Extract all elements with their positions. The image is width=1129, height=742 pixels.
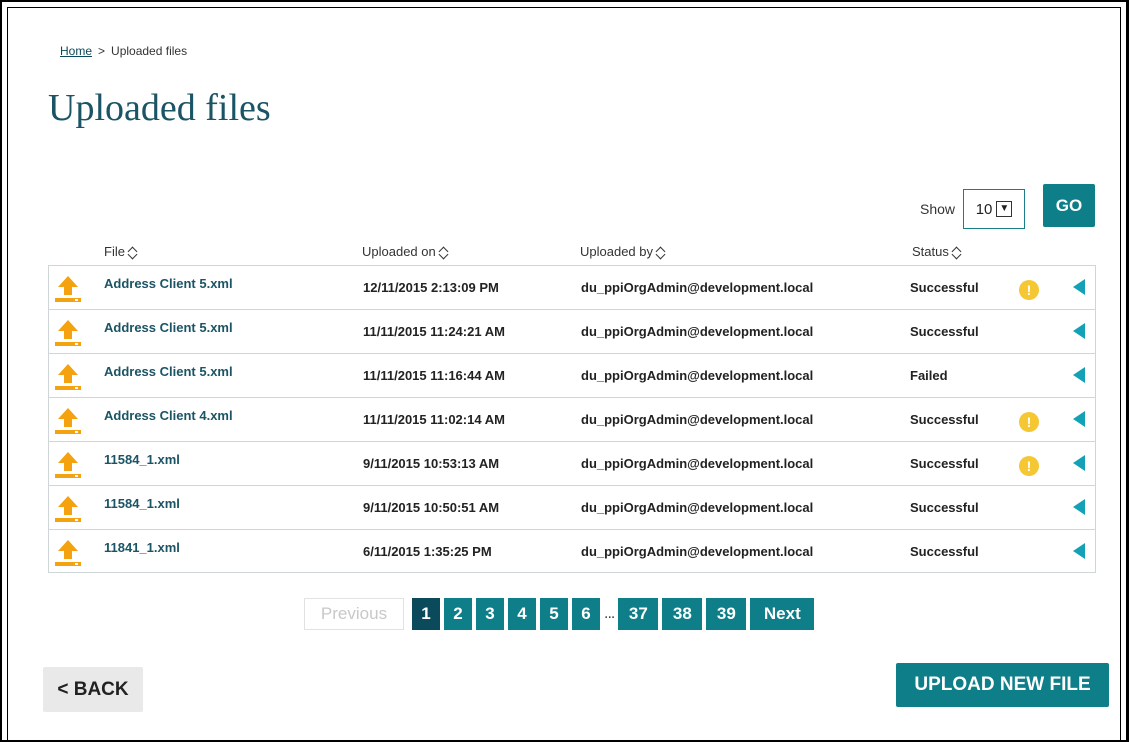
uploaded-on-cell: 11/11/2015 11:16:44 AM (363, 368, 505, 383)
expand-left-icon[interactable] (1073, 499, 1085, 515)
expand-left-icon[interactable] (1073, 543, 1085, 559)
uploaded-on-cell: 6/11/2015 1:35:25 PM (363, 544, 492, 559)
table-row: Address Client 5.xml 12/11/2015 2:13:09 P… (49, 266, 1095, 310)
page-button-6[interactable]: 6 (572, 598, 600, 630)
table-row: Address Client 4.xml 11/11/2015 11:02:14 … (49, 398, 1095, 442)
column-header-uploaded-on-label: Uploaded on (362, 244, 436, 259)
breadcrumb: Home > Uploaded files (60, 44, 187, 58)
file-name-link[interactable]: 11841_1.xml (104, 540, 180, 555)
warning-icon: ! (1019, 456, 1039, 476)
column-header-file-label: File (104, 244, 125, 259)
file-name-link[interactable]: 11584_1.xml (104, 496, 180, 511)
file-name-link[interactable]: Address Client 5.xml (104, 364, 233, 379)
uploaded-by-cell: du_ppiOrgAdmin@development.local (581, 412, 814, 427)
uploaded-on-cell: 12/11/2015 2:13:09 PM (363, 280, 499, 295)
column-header-status[interactable]: Status (912, 244, 962, 259)
upload-arrow-icon (53, 494, 83, 524)
status-cell: Successful (910, 500, 979, 515)
show-label: Show (920, 201, 956, 217)
status-cell: Successful (910, 324, 979, 339)
next-page-button[interactable]: Next (750, 598, 815, 630)
file-name-link[interactable]: 11584_1.xml (104, 452, 180, 467)
uploaded-by-cell: du_ppiOrgAdmin@development.local (581, 500, 814, 515)
status-cell: Failed (910, 368, 948, 383)
table-row: Address Client 5.xml 11/11/2015 11:24:21 … (49, 310, 1095, 354)
uploaded-on-cell: 9/11/2015 10:50:51 AM (363, 500, 500, 515)
back-button[interactable]: < BACK (43, 667, 143, 712)
column-header-status-label: Status (912, 244, 949, 259)
breadcrumb-separator: > (98, 44, 106, 58)
uploaded-on-cell: 11/11/2015 11:24:21 AM (363, 324, 505, 339)
uploaded-by-cell: du_ppiOrgAdmin@development.local (581, 368, 814, 383)
page-button-38[interactable]: 38 (662, 598, 703, 630)
pagination-ellipsis: ... (604, 605, 615, 622)
page-button-5[interactable]: 5 (540, 598, 568, 630)
table-row: 11584_1.xml 9/11/2015 10:50:51 AM du_ppiOr… (49, 486, 1095, 530)
page-button-2[interactable]: 2 (444, 598, 472, 630)
sort-icon (952, 246, 962, 258)
file-name-link[interactable]: Address Client 5.xml (104, 276, 233, 291)
column-header-file[interactable]: File (104, 244, 138, 259)
pagination: Previous 1 2 3 4 5 6... 37 38 39 Next (304, 597, 818, 631)
previous-page-button[interactable]: Previous (304, 598, 404, 630)
upload-arrow-icon (53, 362, 83, 392)
page-title: Uploaded files (48, 87, 271, 129)
table-row: 11841_1.xml 6/11/2015 1:35:25 PM du_ppiOrg… (49, 530, 1095, 574)
expand-left-icon[interactable] (1073, 455, 1085, 471)
upload-arrow-icon (53, 406, 83, 436)
warning-icon: ! (1019, 280, 1039, 300)
uploaded-by-cell: du_ppiOrgAdmin@development.local (581, 280, 814, 295)
column-header-uploaded-on[interactable]: Uploaded on (362, 244, 449, 259)
page-size-control: Show 10 ▼ (920, 188, 1026, 230)
uploaded-by-cell: du_ppiOrgAdmin@development.local (581, 544, 814, 559)
upload-arrow-icon (53, 538, 83, 568)
status-cell: Successful (910, 544, 979, 559)
file-name-link[interactable]: Address Client 5.xml (104, 320, 233, 335)
upload-arrow-icon (53, 274, 83, 304)
table-row: 11584_1.xml 9/11/2015 10:53:13 AM du_ppiOr… (49, 442, 1095, 486)
page-button-1[interactable]: 1 (412, 598, 440, 630)
sort-icon (656, 246, 666, 258)
uploaded-by-cell: du_ppiOrgAdmin@development.local (581, 456, 814, 471)
page-size-select[interactable]: 10 ▼ (963, 189, 1026, 229)
column-header-uploaded-by[interactable]: Uploaded by (580, 244, 666, 259)
breadcrumb-home-link[interactable]: Home (60, 44, 92, 58)
page-button-4[interactable]: 4 (508, 598, 536, 630)
page-button-37[interactable]: 37 (618, 598, 659, 630)
page-button-3[interactable]: 3 (476, 598, 504, 630)
go-button[interactable]: GO (1043, 184, 1095, 227)
uploaded-on-cell: 9/11/2015 10:53:13 AM (363, 456, 500, 471)
uploaded-on-cell: 11/11/2015 11:02:14 AM (363, 412, 505, 427)
uploaded-files-table: Address Client 5.xml 12/11/2015 2:13:09 P… (48, 265, 1096, 573)
column-header-uploaded-by-label: Uploaded by (580, 244, 653, 259)
breadcrumb-current: Uploaded files (111, 44, 188, 58)
chevron-down-icon: ▼ (996, 201, 1013, 217)
status-cell: Successful (910, 280, 979, 295)
expand-left-icon[interactable] (1073, 323, 1085, 339)
status-cell: Successful (910, 456, 979, 471)
table-row: Address Client 5.xml 11/11/2015 11:16:44 … (49, 354, 1095, 398)
sort-icon (439, 246, 449, 258)
warning-icon: ! (1019, 412, 1039, 432)
expand-left-icon[interactable] (1073, 367, 1085, 383)
uploaded-by-cell: du_ppiOrgAdmin@development.local (581, 324, 814, 339)
upload-arrow-icon (53, 450, 83, 480)
upload-new-file-button[interactable]: UPLOAD NEW FILE (896, 663, 1109, 707)
expand-left-icon[interactable] (1073, 411, 1085, 427)
page-button-39[interactable]: 39 (706, 598, 747, 630)
upload-arrow-icon (53, 318, 83, 348)
expand-left-icon[interactable] (1073, 279, 1085, 295)
file-name-link[interactable]: Address Client 4.xml (104, 408, 233, 423)
page-size-value: 10 (975, 200, 993, 218)
sort-icon (128, 246, 138, 258)
status-cell: Successful (910, 412, 979, 427)
